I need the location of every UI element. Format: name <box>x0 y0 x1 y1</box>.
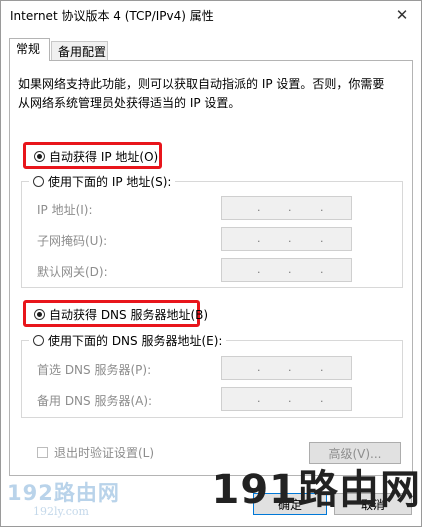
ip-dot: . <box>288 392 292 405</box>
ip-dot: . <box>257 392 261 405</box>
advanced-button[interactable]: 高级(V)... <box>309 442 401 464</box>
validate-settings-checkbox[interactable]: 退出时验证设置(L) <box>37 444 154 461</box>
radio-manual-ip-label: 使用下面的 IP 地址(S): <box>48 175 172 189</box>
tcpipv4-properties-dialog: Internet 协议版本 4 (TCP/IPv4) 属性 ✕ 常规 备用配置 … <box>0 0 422 527</box>
ip-dot: . <box>320 392 324 405</box>
default-gateway-label: 默认网关(D): <box>37 265 108 279</box>
ip-dot: . <box>288 361 292 374</box>
tab-general[interactable]: 常规 <box>9 38 50 61</box>
subnet-mask-field[interactable]: . . . <box>221 227 352 251</box>
ip-dot: . <box>257 361 261 374</box>
ip-dot: . <box>320 361 324 374</box>
title-bar[interactable]: Internet 协议版本 4 (TCP/IPv4) 属性 ✕ <box>1 1 421 31</box>
close-icon[interactable]: ✕ <box>389 3 415 27</box>
ip-dot: . <box>320 263 324 276</box>
preferred-dns-field[interactable]: . . . <box>221 356 352 380</box>
radio-dot-manual-ip <box>33 176 44 187</box>
ip-dot: . <box>320 201 324 214</box>
radio-dot-auto-dns <box>34 309 45 320</box>
ip-dot: . <box>288 201 292 214</box>
radio-auto-dns[interactable]: 自动获得 DNS 服务器地址(B) <box>34 306 208 323</box>
validate-settings-label: 退出时验证设置(L) <box>54 446 155 460</box>
tab-alternate-configuration[interactable]: 备用配置 <box>51 41 108 61</box>
alternate-dns-label: 备用 DNS 服务器(A): <box>37 394 153 408</box>
radio-dot-manual-dns <box>33 335 44 346</box>
radio-auto-dns-label: 自动获得 DNS 服务器地址(B) <box>49 308 209 322</box>
radio-manual-ip[interactable]: 使用下面的 IP 地址(S): <box>29 173 176 190</box>
radio-manual-dns-label: 使用下面的 DNS 服务器地址(E): <box>48 334 223 348</box>
alternate-dns-field[interactable]: . . . <box>221 387 352 411</box>
watermark-left: 192路由网 192ly.com <box>7 477 119 523</box>
window-title: Internet 协议版本 4 (TCP/IPv4) 属性 <box>10 9 214 23</box>
watermark-right: 191路由网 <box>211 467 421 513</box>
ip-dot: . <box>257 232 261 245</box>
radio-auto-ip-label: 自动获得 IP 地址(O) <box>49 150 159 164</box>
radio-auto-ip[interactable]: 自动获得 IP 地址(O) <box>34 148 158 165</box>
ip-dot: . <box>320 232 324 245</box>
subnet-mask-label: 子网掩码(U): <box>37 234 108 248</box>
radio-dot-auto-ip <box>34 151 45 162</box>
checkbox-box <box>37 447 48 458</box>
ip-address-label: IP 地址(I): <box>37 203 93 217</box>
ip-address-field[interactable]: . . . <box>221 196 352 220</box>
radio-manual-dns[interactable]: 使用下面的 DNS 服务器地址(E): <box>29 332 227 349</box>
description-text: 如果网络支持此功能，则可以获取自动指派的 IP 设置。否则，你需要从网络系统管理… <box>18 77 385 110</box>
ip-dot: . <box>257 201 261 214</box>
ip-dot: . <box>257 263 261 276</box>
ip-dot: . <box>288 232 292 245</box>
watermark-left-sub: 192ly.com <box>33 505 89 518</box>
preferred-dns-label: 首选 DNS 服务器(P): <box>37 363 152 377</box>
watermark-left-main: 192路由网 <box>7 481 120 505</box>
ip-dot: . <box>288 263 292 276</box>
default-gateway-field[interactable]: . . . <box>221 258 352 282</box>
